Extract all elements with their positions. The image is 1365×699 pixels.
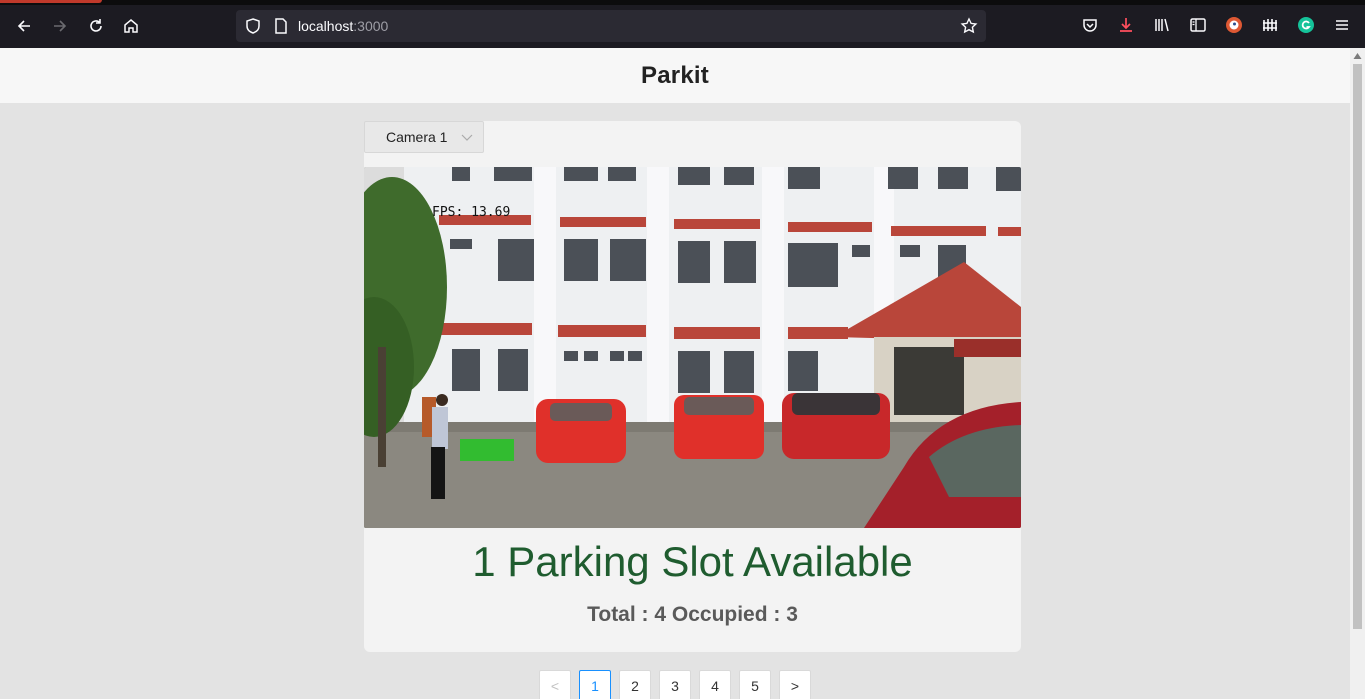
url-port: :3000 <box>353 18 389 34</box>
url-host: localhost <box>298 18 354 34</box>
pocket-icon <box>1083 19 1097 32</box>
reload-icon <box>90 19 102 32</box>
chevron-down-icon <box>461 134 473 141</box>
reload-button[interactable] <box>84 14 108 38</box>
url-bar[interactable]: localhost:3000 <box>236 10 986 42</box>
bookmark-star-icon[interactable] <box>960 17 978 35</box>
camera-select-value: Camera 1 <box>386 129 448 145</box>
scroll-up-arrow-icon[interactable] <box>1353 52 1362 60</box>
arrow-left-icon <box>17 20 30 32</box>
pagination-prev-button[interactable]: < <box>539 670 571 699</box>
url-text[interactable]: localhost:3000 <box>298 18 388 34</box>
slot-counts: Total : 4 Occupied : 3 <box>587 603 798 626</box>
extension-button[interactable] <box>1260 15 1280 35</box>
active-tab-indicator <box>0 0 102 3</box>
pagination-page-4[interactable]: 4 <box>699 670 731 699</box>
availability-headline: 1 Parking Slot Available <box>472 538 913 585</box>
home-button[interactable] <box>119 14 143 38</box>
camera-card: Camera 1 FPS: 13.69 1 Parking Slot Avail… <box>364 121 1021 652</box>
scrollbar-thumb[interactable] <box>1353 64 1362 629</box>
sidebar-button[interactable] <box>1188 15 1208 35</box>
pagination-page-2[interactable]: 2 <box>619 670 651 699</box>
browser-toolbar: localhost:3000 <box>0 0 1365 48</box>
app-title: Parkit <box>641 61 709 89</box>
grammarly-icon <box>1298 17 1314 33</box>
hamburger-menu-icon <box>1336 20 1348 30</box>
downloads-button[interactable] <box>1116 15 1136 35</box>
page-viewport: Parkit Camera 1 FPS: 13.69 1 Parking Slo… <box>0 48 1350 699</box>
back-button[interactable] <box>12 14 36 38</box>
pagination-page-5[interactable]: 5 <box>739 670 771 699</box>
home-icon <box>124 19 138 33</box>
fence-icon <box>1263 19 1277 31</box>
download-icon <box>1120 18 1132 32</box>
sidebar-icon <box>1190 18 1206 32</box>
page-scrollbar[interactable] <box>1350 48 1365 699</box>
pagination-page-1[interactable]: 1 <box>579 670 611 699</box>
shield-icon[interactable] <box>244 17 262 35</box>
camera-select[interactable]: Camera 1 <box>364 121 484 153</box>
library-icon <box>1155 18 1169 32</box>
pocket-button[interactable] <box>1080 15 1100 35</box>
tab-strip <box>0 0 1365 5</box>
camera-feed: FPS: 13.69 <box>364 167 1021 528</box>
camera-feed-image <box>364 167 1021 528</box>
arrow-right-icon <box>54 20 67 32</box>
pagination-page-3[interactable]: 3 <box>659 670 691 699</box>
page-icon[interactable] <box>272 17 290 35</box>
app-header: Parkit <box>0 48 1350 103</box>
pagination-next-button[interactable]: > <box>779 670 811 699</box>
chevron-right-icon: > <box>790 678 800 694</box>
fps-overlay: FPS: 13.69 <box>432 205 511 220</box>
duckduckgo-extension-button[interactable] <box>1224 15 1244 35</box>
duckduckgo-icon <box>1226 17 1242 33</box>
grammarly-button[interactable] <box>1296 15 1316 35</box>
menu-button[interactable] <box>1332 15 1352 35</box>
library-button[interactable] <box>1152 15 1172 35</box>
forward-button[interactable] <box>48 14 72 38</box>
chevron-left-icon: < <box>550 678 560 694</box>
